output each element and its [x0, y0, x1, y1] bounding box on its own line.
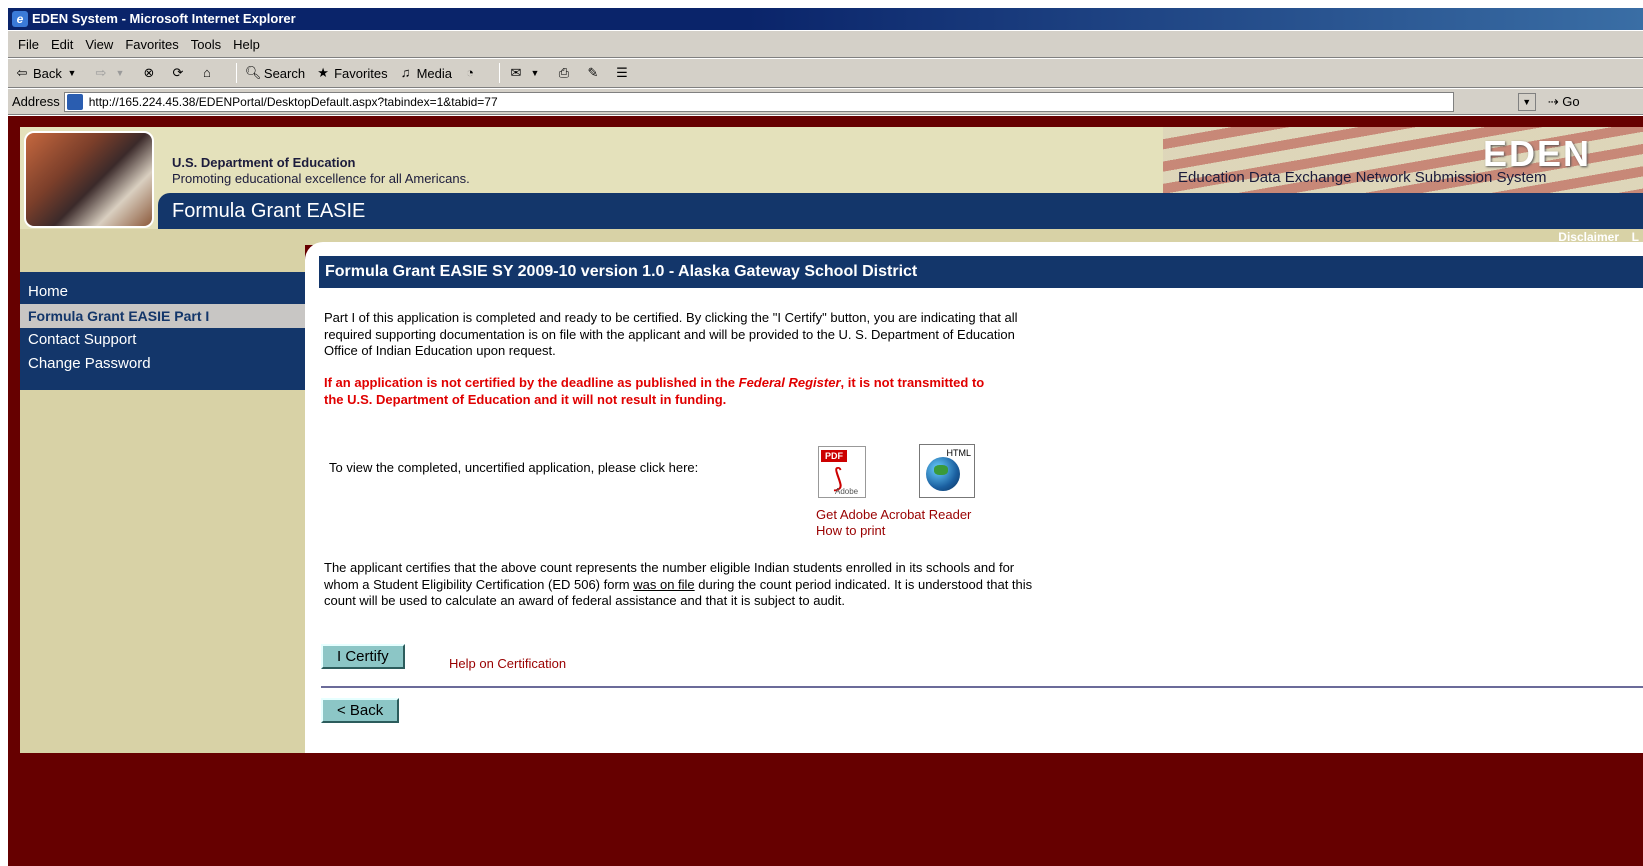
toolbar-separator — [235, 63, 237, 83]
page-viewport: U.S. Department of Education Promoting e… — [8, 116, 1643, 866]
view-application-prompt: To view the completed, uncertified appli… — [329, 460, 699, 475]
search-button[interactable]: 🔍︎ Search — [245, 65, 305, 81]
search-icon: 🔍︎ — [244, 65, 262, 80]
html-icon[interactable]: HTML — [919, 444, 975, 498]
go-button[interactable]: ⇢ Go — [1548, 94, 1580, 110]
sidebar-nav: Home Formula Grant EASIE Part I Contact … — [20, 272, 305, 390]
forward-dropdown-icon[interactable]: ▼ — [112, 65, 128, 81]
back-label: Back — [33, 65, 62, 81]
media-label: Media — [416, 65, 452, 81]
adobe-brand: Adobe — [835, 487, 859, 496]
history-icon: ◔ — [466, 65, 474, 80]
department-name: U.S. Department of Education — [172, 155, 356, 170]
certification-text: The applicant certifies that the above c… — [324, 560, 1034, 610]
menu-help[interactable]: Help — [233, 37, 260, 52]
internet-explorer-icon: e — [12, 11, 28, 27]
browser-toolbar: ⇦ Back ▼ ⇨ ▼ ⊗ ⟳ ⌂ 🔍︎ Search ★ Favorites… — [8, 59, 1643, 88]
print-icon: ⎙ — [558, 65, 570, 80]
address-label: Address — [12, 94, 60, 109]
edit-button[interactable]: ✎ — [585, 65, 604, 81]
how-to-print-link[interactable]: How to print — [816, 523, 885, 538]
certify-row: I Certify — [321, 644, 405, 669]
get-adobe-reader-link[interactable]: Get Adobe Acrobat Reader — [816, 507, 971, 522]
address-dropdown-icon[interactable]: ▼ — [1517, 92, 1536, 111]
main-content: Formula Grant EASIE SY 2009-10 version 1… — [305, 242, 1643, 753]
toolbar-separator — [499, 63, 500, 83]
back-arrow-icon: ⇦ — [16, 65, 28, 80]
page-title: Formula Grant EASIE SY 2009-10 version 1… — [319, 256, 1643, 288]
pdf-label: PDF — [821, 450, 847, 462]
discuss-icon: ☰ — [616, 65, 628, 80]
home-button[interactable]: ⌂ — [199, 65, 218, 81]
content-divider — [321, 686, 1643, 688]
favorites-icon: ★ — [317, 65, 329, 80]
department-tagline: Promoting educational excellence for all… — [172, 171, 470, 186]
search-label: Search — [263, 65, 306, 81]
menu-file[interactable]: File — [18, 37, 39, 52]
menu-bar: File Edit View Favorites Tools Help — [8, 31, 1643, 58]
sidebar-item-change-password[interactable]: Change Password — [20, 352, 305, 376]
favorites-button[interactable]: ★ Favorites — [315, 65, 387, 81]
mail-dropdown-icon[interactable]: ▼ — [527, 65, 543, 81]
pdf-icon[interactable]: PDF ⟆ Adobe — [818, 446, 866, 498]
window-title: EDEN System - Microsoft Internet Explore… — [32, 11, 296, 26]
eden-subtitle: Education Data Exchange Network Submissi… — [1178, 169, 1547, 186]
address-bar: Address http://165.224.45.38/EDENPortal/… — [8, 89, 1643, 115]
student-photo — [24, 131, 154, 228]
back-button[interactable]: ⇦ Back ▼ — [14, 65, 83, 81]
page-back-button[interactable]: < Back — [321, 698, 400, 723]
globe-land-icon — [934, 465, 948, 475]
page-icon — [66, 93, 83, 110]
media-icon: ♫ — [400, 65, 411, 80]
certify-button[interactable]: I Certify — [321, 644, 405, 669]
sidebar-item-contact-support[interactable]: Contact Support — [20, 328, 305, 352]
media-button[interactable]: ♫ Media — [398, 65, 452, 81]
sidebar-item-home[interactable]: Home — [20, 280, 305, 304]
menu-favorites[interactable]: Favorites — [125, 37, 178, 52]
print-button[interactable]: ⎙ — [556, 65, 575, 81]
mail-icon: ✉ — [510, 65, 522, 80]
intro-text: Part I of this application is completed … — [324, 310, 1018, 358]
home-icon: ⌂ — [202, 65, 211, 80]
refresh-button[interactable]: ⟳ — [170, 65, 189, 81]
go-arrow-icon: ⇢ — [1547, 93, 1559, 109]
sidebar-item-formula-grant-easie-part-1[interactable]: Formula Grant EASIE Part I — [20, 304, 305, 328]
app-title: Formula Grant EASIE — [158, 193, 1643, 229]
address-url: http://165.224.45.38/EDENPortal/DesktopD… — [88, 94, 498, 109]
go-label: Go — [1562, 93, 1580, 109]
stop-button[interactable]: ⊗ — [141, 65, 160, 81]
address-input[interactable]: http://165.224.45.38/EDENPortal/DesktopD… — [63, 91, 1454, 112]
back-dropdown-icon[interactable]: ▼ — [64, 65, 80, 81]
favorites-label: Favorites — [334, 65, 388, 81]
history-button[interactable]: ◔ — [462, 65, 481, 81]
mail-button[interactable]: ✉ ▼ — [508, 65, 546, 81]
site-banner: U.S. Department of Education Promoting e… — [20, 127, 1643, 245]
deadline-warning: If an application is not certified by th… — [324, 375, 1004, 408]
warning-text-1: If an application is not certified by th… — [324, 375, 739, 390]
html-label: HTML — [946, 448, 972, 458]
stop-icon: ⊗ — [143, 65, 155, 80]
menu-edit[interactable]: Edit — [51, 37, 73, 52]
window-title-bar: e EDEN System - Microsoft Internet Explo… — [8, 8, 1643, 30]
help-on-certification-link[interactable]: Help on Certification — [449, 656, 566, 671]
sidebar: Home Formula Grant EASIE Part I Contact … — [20, 245, 305, 753]
back-row: < Back — [321, 698, 400, 723]
edit-page-icon: ✎ — [587, 65, 599, 80]
menu-view[interactable]: View — [85, 37, 113, 52]
forward-button[interactable]: ⇨ ▼ — [93, 65, 131, 81]
was-on-file-text: was on file — [633, 576, 695, 592]
refresh-icon: ⟳ — [172, 65, 184, 80]
menu-tools[interactable]: Tools — [191, 37, 221, 52]
discuss-button[interactable]: ☰ — [614, 65, 633, 81]
forward-arrow-icon: ⇨ — [95, 65, 107, 80]
warning-federal-register: Federal Register — [738, 375, 841, 390]
